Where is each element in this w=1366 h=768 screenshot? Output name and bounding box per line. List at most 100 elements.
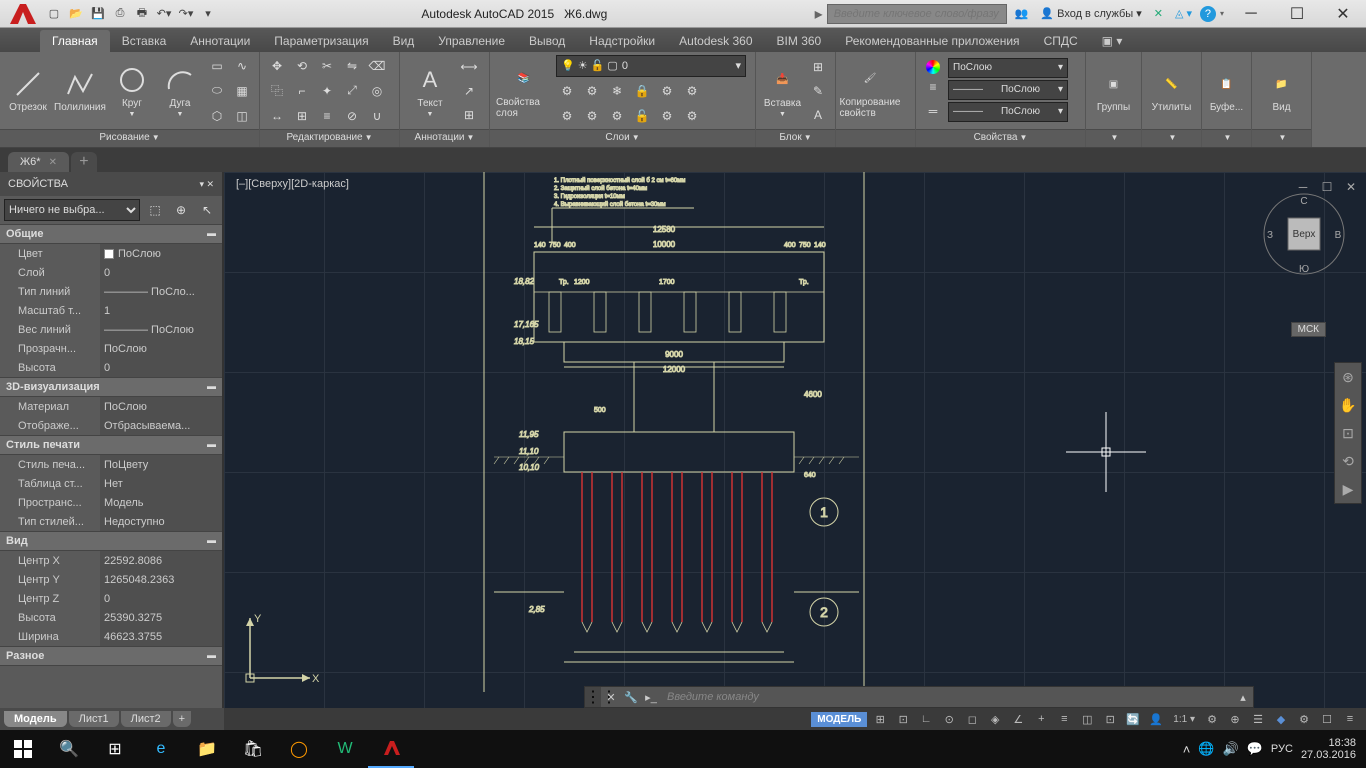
laylck-icon[interactable]: 🔒 <box>631 80 653 102</box>
ortho-icon[interactable]: ∟ <box>916 710 936 728</box>
attr-icon[interactable]: A <box>807 104 829 126</box>
close-button[interactable]: ✕ <box>1320 0 1366 28</box>
region-icon[interactable]: ◫ <box>231 105 253 127</box>
group-button[interactable]: ▣Группы <box>1092 68 1135 113</box>
sc-icon[interactable]: 🔄 <box>1123 710 1143 728</box>
qp-icon[interactable]: ⊡ <box>1100 710 1120 728</box>
panel-view-title[interactable]: ▼ <box>1252 129 1311 147</box>
palette-header[interactable]: СВОЙСТВА▾ ✕ <box>0 172 222 196</box>
steering-wheel-icon[interactable]: ⊛ <box>1338 367 1358 387</box>
explorer-icon[interactable]: 📁 <box>184 730 230 768</box>
viewbase-button[interactable]: 📁Вид <box>1258 68 1305 113</box>
lineweight-ico[interactable]: ═ <box>922 100 944 122</box>
tab-home[interactable]: Главная <box>40 30 110 52</box>
prop-row[interactable]: Ширина46623.3755 <box>0 627 222 646</box>
linetype-combo[interactable]: ——— ПоСлою▾ <box>948 80 1068 100</box>
language-indicator[interactable]: РУС <box>1271 743 1293 755</box>
trim-icon[interactable]: ✂ <box>316 55 338 77</box>
panel-modify-title[interactable]: Редактирование▼ <box>260 129 399 147</box>
infocenter-icon[interactable]: 👥 <box>1011 7 1033 20</box>
qat-open-icon[interactable]: 📂 <box>66 4 86 24</box>
prop-section-header[interactable]: Разное▬ <box>0 646 222 666</box>
doc-min-icon[interactable]: ─ <box>1292 176 1314 198</box>
laycur-icon[interactable]: ⚙ <box>681 80 703 102</box>
align-icon[interactable]: ≡ <box>316 105 338 127</box>
poly-icon[interactable]: ⬡ <box>206 105 228 127</box>
layiso-icon[interactable]: ⚙ <box>581 80 603 102</box>
rotate-icon[interactable]: ⟲ <box>291 55 313 77</box>
prop-row[interactable]: Центр X22592.8086 <box>0 551 222 570</box>
tab-insert[interactable]: Вставка <box>110 30 179 52</box>
prop-row[interactable]: Тип линий———— ПоСло... <box>0 282 222 301</box>
line-button[interactable]: Отрезок <box>6 68 50 113</box>
orbit-icon[interactable]: ⟲ <box>1338 451 1358 471</box>
prop-row[interactable]: Слой0 <box>0 263 222 282</box>
store-icon[interactable]: 🛍 <box>230 730 276 768</box>
prop-section-header[interactable]: Вид▬ <box>0 531 222 551</box>
stretch-icon[interactable]: ↔ <box>266 105 288 127</box>
break-icon[interactable]: ⊘ <box>341 105 363 127</box>
units-icon[interactable]: ☰ <box>1248 710 1268 728</box>
qat-save-icon[interactable]: 💾 <box>88 4 108 24</box>
prop-row[interactable]: Отображе...Отбрасываема... <box>0 416 222 435</box>
clean-icon[interactable]: ☐ <box>1317 710 1337 728</box>
laythw-icon[interactable]: ⚙ <box>606 105 628 127</box>
start-button[interactable] <box>0 730 46 768</box>
quickselect-icon[interactable]: ⬚ <box>144 199 166 221</box>
cmdline-grip-icon[interactable]: ⋮⋮ <box>585 687 601 707</box>
wcs-label[interactable]: МСК <box>1291 322 1326 337</box>
polyline-button[interactable]: Полилиния <box>54 68 106 113</box>
measure-button[interactable]: 📏Утилиты <box>1148 68 1195 113</box>
spline-icon[interactable]: ∿ <box>231 55 253 77</box>
qat-new-icon[interactable]: ▢ <box>44 4 64 24</box>
dyn-icon[interactable]: + <box>1031 710 1051 728</box>
search-input[interactable] <box>827 4 1007 24</box>
qat-undo-icon[interactable]: ↶▾ <box>154 4 174 24</box>
app-logo[interactable] <box>6 2 38 26</box>
tab-output[interactable]: Вывод <box>517 30 577 52</box>
panel-annot-title[interactable]: Аннотации▼ <box>400 129 489 147</box>
prop-row[interactable]: Центр Y1265048.2363 <box>0 570 222 589</box>
uc-icon[interactable]: ◯ <box>276 730 322 768</box>
layoff-icon[interactable]: ⚙ <box>556 80 578 102</box>
3dosnap-icon[interactable]: ◈ <box>985 710 1005 728</box>
pan-icon[interactable]: ✋ <box>1338 395 1358 415</box>
iso-icon[interactable]: ◆ <box>1271 710 1291 728</box>
prop-row[interactable]: Высота0 <box>0 358 222 377</box>
circle-button[interactable]: Круг▼ <box>110 64 154 118</box>
sb-model-button[interactable]: МОДЕЛЬ <box>811 712 867 727</box>
insert-button[interactable]: 📥Вставка▼ <box>762 64 803 118</box>
tab-manage[interactable]: Управление <box>426 30 517 52</box>
tab-view[interactable]: Вид <box>381 30 427 52</box>
panel-block-title[interactable]: Блок▼ <box>756 129 835 147</box>
lwt-icon[interactable]: ≡ <box>1054 710 1074 728</box>
tab-extra-icon[interactable]: ▣ ▾ <box>1090 30 1135 52</box>
add-tab-button[interactable]: + <box>71 152 97 172</box>
laymrg-icon[interactable]: ⚙ <box>681 105 703 127</box>
color-swatch-icon[interactable] <box>926 60 940 74</box>
prop-row[interactable]: Прозрачн...ПоСлою <box>0 339 222 358</box>
selection-combo[interactable]: Ничего не выбра... ⬚ ⊕ ↖ <box>0 196 222 224</box>
volume-icon[interactable]: 🔊 <box>1223 741 1239 757</box>
layer-props-button[interactable]: 📚Свойства слоя <box>496 63 552 119</box>
layout-tab-model[interactable]: Модель <box>4 711 67 727</box>
ellipse-icon[interactable]: ⬭ <box>206 80 228 102</box>
taskview-icon[interactable]: ⊞ <box>92 730 138 768</box>
prop-row[interactable]: Таблица ст...Нет <box>0 474 222 493</box>
polar-icon[interactable]: ⊙ <box>939 710 959 728</box>
file-tab[interactable]: Ж6*✕ <box>8 152 69 172</box>
panel-props-title[interactable]: Свойства▼ <box>916 129 1085 147</box>
doc-close-icon[interactable]: ✕ <box>1340 176 1362 198</box>
layulk-icon[interactable]: 🔓 <box>631 105 653 127</box>
dim-linear-icon[interactable]: ⟷ <box>458 56 480 78</box>
prop-section-header[interactable]: 3D-визуализация▬ <box>0 377 222 397</box>
fillet-icon[interactable]: ⌐ <box>291 80 313 102</box>
close-tab-icon[interactable]: ✕ <box>49 157 57 168</box>
signin-button[interactable]: 👤 Вход в службы ▾ <box>1036 7 1145 20</box>
linetype-ico[interactable]: ≡ <box>922 76 944 98</box>
matchprop-button[interactable]: 🖌Копирование свойств <box>842 63 898 119</box>
doc-max-icon[interactable]: ☐ <box>1316 176 1338 198</box>
hw-icon[interactable]: ⚙ <box>1294 710 1314 728</box>
explode-icon[interactable]: ✦ <box>316 80 338 102</box>
lineweight-combo[interactable]: ——— ПоСлою▾ <box>948 102 1068 122</box>
